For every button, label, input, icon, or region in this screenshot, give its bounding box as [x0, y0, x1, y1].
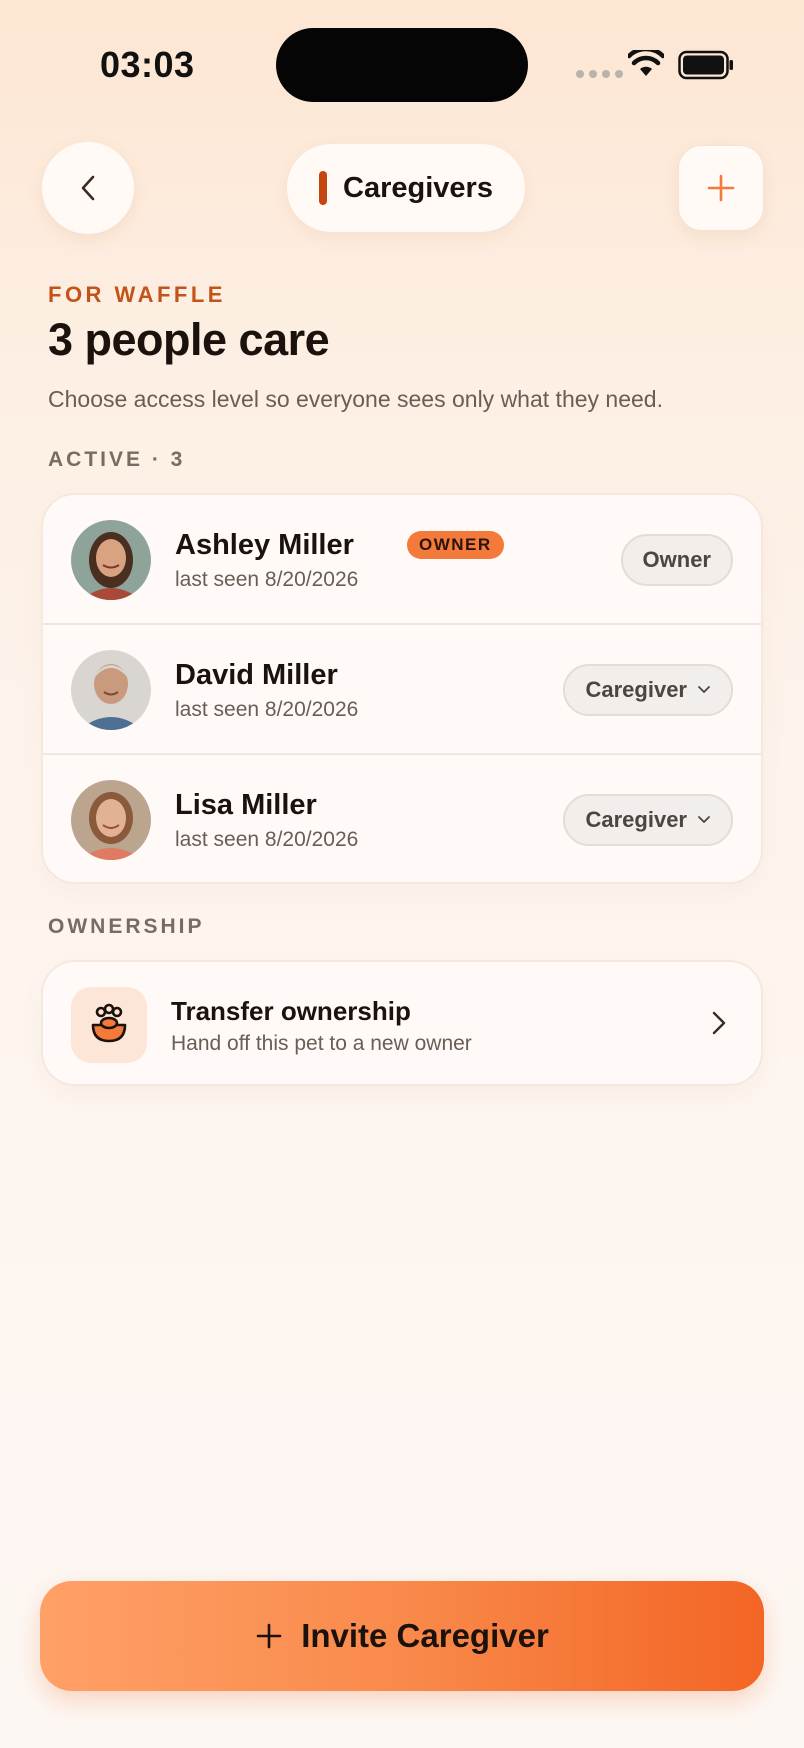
plus-icon	[256, 1623, 282, 1649]
ownership-section-label: OWNERSHIP	[48, 915, 205, 938]
active-section-label: ACTIVE · 3	[48, 448, 186, 471]
pet-eyebrow: FOR WAFFLE	[48, 282, 226, 307]
invite-caregiver-button[interactable]: Invite Caregiver	[40, 1581, 764, 1691]
member-row[interactable]: David Miller last seen 8/20/2026 Caregiv…	[43, 625, 761, 755]
paw-icon-container	[71, 987, 147, 1063]
page-title-pill: Caregivers	[287, 144, 525, 232]
transfer-title: Transfer ownership	[171, 996, 411, 1026]
avatar	[71, 780, 151, 860]
transfer-subtitle: Hand off this pet to a new owner	[171, 1032, 472, 1055]
member-last-seen: last seen 8/20/2026	[175, 568, 359, 591]
dynamic-island	[276, 28, 528, 102]
member-name: Ashley Miller	[175, 529, 354, 561]
member-name: Lisa Miller	[175, 789, 317, 821]
member-name: David Miller	[175, 659, 338, 691]
role-label: Owner	[642, 547, 711, 572]
wifi-icon	[628, 50, 664, 76]
page-title: Caregivers	[343, 171, 493, 204]
avatar	[71, 650, 151, 730]
role-label: Caregiver	[585, 677, 687, 702]
transfer-ownership-row[interactable]: Transfer ownership Hand off this pet to …	[41, 960, 763, 1086]
avatar	[71, 520, 151, 600]
member-last-seen: last seen 8/20/2026	[175, 828, 359, 851]
paw-icon	[91, 1003, 127, 1043]
chevron-right-icon	[712, 1011, 726, 1035]
chevron-down-icon	[698, 686, 710, 693]
add-button[interactable]	[678, 145, 764, 231]
role-dropdown[interactable]: Caregiver	[563, 664, 733, 716]
member-last-seen: last seen 8/20/2026	[175, 698, 359, 721]
headline: 3 people care	[48, 314, 330, 365]
owner-badge: OWNER	[407, 531, 504, 559]
role-dropdown[interactable]: Caregiver	[563, 794, 733, 846]
cellular-signal-icon	[576, 70, 623, 78]
back-button[interactable]	[42, 142, 134, 234]
role-pill-owner: Owner	[620, 534, 733, 586]
chevron-left-icon	[81, 175, 95, 201]
battery-icon	[678, 50, 733, 80]
subtitle: Choose access level so everyone sees onl…	[48, 386, 663, 412]
member-row[interactable]: Lisa Miller last seen 8/20/2026 Caregive…	[43, 755, 761, 882]
status-bar: 03:03	[0, 0, 804, 130]
member-row[interactable]: Ashley Miller OWNER last seen 8/20/2026 …	[43, 495, 761, 625]
members-card: Ashley Miller OWNER last seen 8/20/2026 …	[41, 493, 763, 884]
role-label: Caregiver	[585, 807, 687, 832]
chevron-down-icon	[698, 816, 710, 823]
invite-button-label: Invite Caregiver	[301, 1617, 549, 1654]
plus-icon	[707, 174, 735, 202]
status-time: 03:03	[100, 44, 195, 85]
title-accent-bar	[319, 171, 328, 205]
